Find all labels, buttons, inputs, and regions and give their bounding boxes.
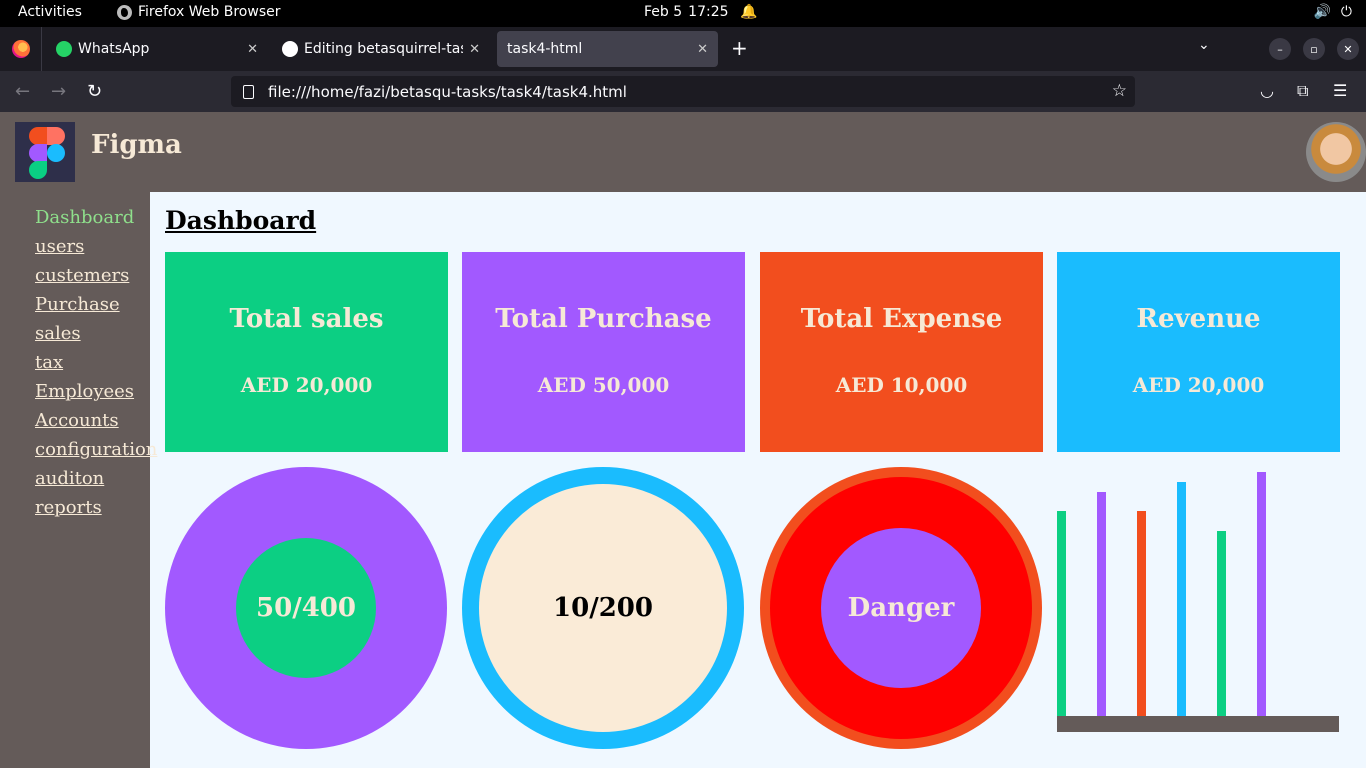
close-tab-icon[interactable]: ✕ [697, 42, 708, 57]
card-title: Total Purchase [495, 304, 712, 334]
chart-bar [1177, 482, 1186, 716]
notification-bell-icon[interactable]: 🔔 [740, 4, 757, 20]
maximize-icon[interactable]: ▫ [1303, 38, 1325, 60]
sidebar-item-auditon[interactable]: auditon [35, 468, 104, 489]
page-icon [243, 84, 254, 99]
sidebar-item-reports[interactable]: reports [35, 497, 102, 518]
bookmark-star-icon[interactable]: ☆ [1112, 81, 1127, 101]
circle-label: Danger [821, 528, 981, 688]
card-title: Revenue [1136, 304, 1261, 334]
figma-logo-icon[interactable] [15, 122, 75, 182]
sidebar-item-configuration[interactable]: configuration [35, 439, 157, 460]
tab-label: WhatsApp [78, 41, 150, 57]
firefox-view-button[interactable] [0, 27, 42, 71]
card-value: AED 20,000 [240, 373, 373, 397]
bar-chart-baseline [1057, 716, 1339, 732]
sidebar-item-purchase[interactable]: Purchase [35, 294, 120, 315]
extensions-icon[interactable]: ⧉ [1297, 81, 1308, 101]
github-icon [282, 41, 298, 57]
sidebar-item-accounts[interactable]: Accounts [35, 410, 119, 431]
close-tab-icon[interactable]: ✕ [469, 42, 480, 57]
firefox-logo-icon [11, 40, 30, 58]
minimize-icon[interactable]: – [1269, 38, 1291, 60]
browser-tab-bar: WhatsApp ✕ Editing betasquirrel-tasks ✕ … [0, 27, 1366, 71]
hamburger-menu-icon[interactable]: ☰ [1333, 81, 1347, 100]
page-title: Dashboard [165, 206, 317, 235]
chart-bar [1257, 472, 1266, 716]
site-header: Figma [0, 112, 1366, 192]
app-name: Firefox Web Browser [138, 4, 281, 20]
tab-whatsapp[interactable]: WhatsApp ✕ [46, 31, 268, 67]
new-tab-plus-icon[interactable]: + [731, 36, 748, 60]
sidebar-item-sales[interactable]: sales [35, 323, 81, 344]
url-bar[interactable]: file:///home/fazi/betasqu-tasks/task4/ta… [231, 76, 1135, 107]
web-page: Figma Dashboard users custemers Purchase… [0, 112, 1366, 768]
whatsapp-icon [56, 41, 72, 57]
close-tab-icon[interactable]: ✕ [247, 42, 258, 57]
danger-circle: Danger [760, 467, 1042, 749]
tab-label: Editing betasquirrel-tasks [304, 41, 463, 57]
brand-name: Figma [91, 130, 182, 160]
back-arrow-icon[interactable]: ← [15, 81, 30, 102]
list-all-tabs-chevron-icon[interactable]: ⌄ [1198, 37, 1210, 53]
card-title: Total Expense [800, 304, 1003, 334]
reload-icon[interactable]: ↻ [87, 81, 102, 102]
clock-date: Feb 5 [644, 4, 683, 20]
sidebar: Dashboard users custemers Purchase sales… [0, 192, 157, 768]
system-tray[interactable]: 🔊 ⏻ [1313, 4, 1352, 20]
chart-bar [1217, 531, 1226, 716]
browser-nav-bar: ← → ↻ file:///home/fazi/betasqu-tasks/ta… [0, 71, 1366, 112]
tab-label: task4-html [507, 41, 583, 57]
clock-time: 17:25 [688, 4, 729, 20]
chart-bar [1057, 511, 1066, 716]
close-window-icon[interactable]: ✕ [1337, 38, 1359, 60]
tab-task4-html[interactable]: task4-html ✕ [497, 31, 718, 67]
circle-label: 50/400 [236, 538, 376, 678]
pocket-icon[interactable]: ◡ [1260, 81, 1274, 100]
clock[interactable]: Feb 5 17:25 [644, 4, 729, 20]
app-menu[interactable]: Firefox Web Browser [117, 4, 281, 20]
system-top-bar: Activities Firefox Web Browser Feb 5 17:… [0, 0, 1366, 27]
activities-button[interactable]: Activities [18, 4, 82, 20]
card-value: AED 50,000 [537, 373, 670, 397]
sidebar-item-employees[interactable]: Employees [35, 381, 134, 402]
stat-card-total-expense: Total Expense AED 10,000 [760, 252, 1043, 452]
chart-bar [1097, 492, 1106, 716]
sidebar-item-users[interactable]: users [35, 236, 84, 257]
tab-github-editing[interactable]: Editing betasquirrel-tasks ✕ [272, 31, 490, 67]
card-title: Total sales [229, 304, 384, 334]
url-text: file:///home/fazi/betasqu-tasks/task4/ta… [268, 82, 627, 101]
danger-ring: Danger [770, 477, 1032, 739]
card-value: AED 20,000 [1132, 373, 1265, 397]
power-icon: ⏻ [1340, 4, 1352, 20]
stat-card-revenue: Revenue AED 20,000 [1057, 252, 1340, 452]
volume-icon: 🔊 [1313, 4, 1331, 20]
progress-circle-sales: 50/400 [165, 467, 447, 749]
circle-label: 10/200 [479, 484, 727, 732]
sidebar-item-dashboard[interactable]: Dashboard [35, 207, 134, 228]
progress-circle-purchase: 10/200 [462, 467, 744, 749]
forward-arrow-icon[interactable]: → [51, 81, 66, 102]
firefox-app-icon [117, 4, 132, 20]
sidebar-item-custemers[interactable]: custemers [35, 265, 129, 286]
sidebar-item-tax[interactable]: tax [35, 352, 63, 373]
stat-card-total-sales: Total sales AED 20,000 [165, 252, 448, 452]
card-value: AED 10,000 [835, 373, 968, 397]
stat-card-total-purchase: Total Purchase AED 50,000 [462, 252, 745, 452]
chart-bar [1137, 511, 1146, 716]
user-avatar[interactable] [1306, 122, 1366, 182]
